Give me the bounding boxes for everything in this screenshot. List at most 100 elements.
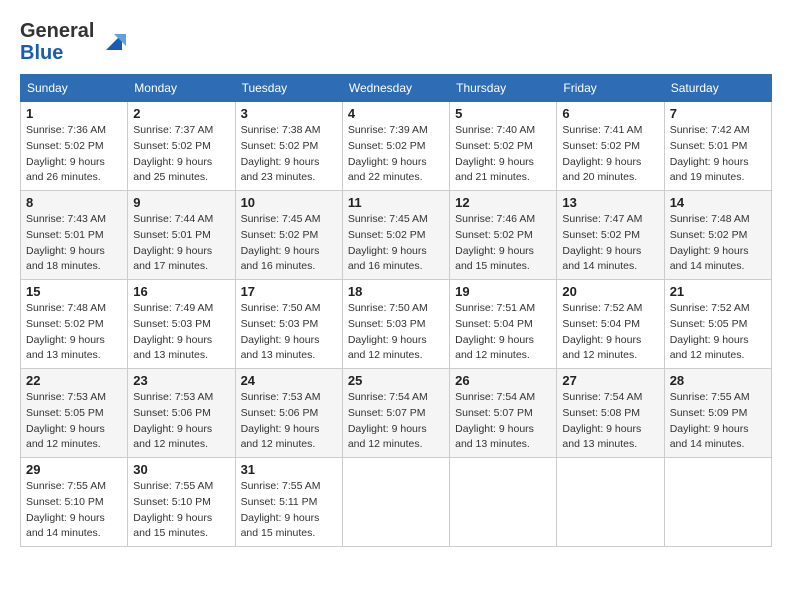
- day-detail: Sunrise: 7:36 AMSunset: 5:02 PMDaylight:…: [26, 124, 106, 183]
- day-detail: Sunrise: 7:42 AMSunset: 5:01 PMDaylight:…: [670, 124, 750, 183]
- calendar-cell: 24Sunrise: 7:53 AMSunset: 5:06 PMDayligh…: [235, 369, 342, 458]
- calendar-cell: 9 Sunrise: 7:44 AMSunset: 5:01 PMDaylight…: [128, 191, 235, 280]
- calendar-cell: 17 Sunrise: 7:50 AMSunset: 5:03 PMDayligh…: [235, 280, 342, 369]
- day-detail: Sunrise: 7:54 AMSunset: 5:07 PMDaylight:…: [348, 391, 428, 450]
- day-number: 20: [562, 284, 658, 299]
- weekday-header-row: SundayMondayTuesdayWednesdayThursdayFrid…: [21, 75, 772, 102]
- calendar-cell: 21 Sunrise: 7:52 AMSunset: 5:05 PMDayligh…: [664, 280, 771, 369]
- calendar-cell: 4 Sunrise: 7:39 AMSunset: 5:02 PMDaylight…: [342, 102, 449, 191]
- day-number: 22: [26, 373, 122, 388]
- calendar-cell: 18 Sunrise: 7:50 AMSunset: 5:03 PMDayligh…: [342, 280, 449, 369]
- day-number: 10: [241, 195, 337, 210]
- logo-blue: Blue: [20, 42, 63, 64]
- calendar-week-row: 8Sunrise: 7:43 AMSunset: 5:01 PMDaylight…: [21, 191, 772, 280]
- logo-icon: [98, 26, 130, 58]
- calendar-week-row: 29 Sunrise: 7:55 AMSunset: 5:10 PMDayligh…: [21, 458, 772, 547]
- day-number: 9: [133, 195, 229, 210]
- calendar-week-row: 22 Sunrise: 7:53 AMSunset: 5:05 PMDayligh…: [21, 369, 772, 458]
- day-number: 28: [670, 373, 766, 388]
- day-number: 25: [348, 373, 444, 388]
- day-detail: Sunrise: 7:50 AMSunset: 5:03 PMDaylight:…: [348, 302, 428, 361]
- day-number: 5: [455, 106, 551, 121]
- calendar-cell: [342, 458, 449, 547]
- day-number: 26: [455, 373, 551, 388]
- day-number: 18: [348, 284, 444, 299]
- day-detail: Sunrise: 7:55 AMSunset: 5:11 PMDaylight:…: [241, 480, 321, 539]
- day-detail: Sunrise: 7:40 AMSunset: 5:02 PMDaylight:…: [455, 124, 535, 183]
- day-detail: Sunrise: 7:55 AMSunset: 5:10 PMDaylight:…: [26, 480, 106, 539]
- day-detail: Sunrise: 7:53 AMSunset: 5:05 PMDaylight:…: [26, 391, 106, 450]
- day-detail: Sunrise: 7:45 AMSunset: 5:02 PMDaylight:…: [241, 213, 321, 272]
- calendar-cell: 28 Sunrise: 7:55 AMSunset: 5:09 PMDayligh…: [664, 369, 771, 458]
- calendar-cell: 10 Sunrise: 7:45 AMSunset: 5:02 PMDayligh…: [235, 191, 342, 280]
- calendar-page: General Blue SundayMondayTuesdayWednesda…: [0, 0, 792, 612]
- day-number: 14: [670, 195, 766, 210]
- weekday-header-thursday: Thursday: [450, 75, 557, 102]
- day-detail: Sunrise: 7:53 AMSunset: 5:06 PMDaylight:…: [133, 391, 213, 450]
- day-detail: Sunrise: 7:45 AMSunset: 5:02 PMDaylight:…: [348, 213, 428, 272]
- day-detail: Sunrise: 7:54 AMSunset: 5:08 PMDaylight:…: [562, 391, 642, 450]
- day-number: 16: [133, 284, 229, 299]
- calendar-cell: [664, 458, 771, 547]
- day-detail: Sunrise: 7:47 AMSunset: 5:02 PMDaylight:…: [562, 213, 642, 272]
- day-number: 15: [26, 284, 122, 299]
- calendar-cell: 12 Sunrise: 7:46 AMSunset: 5:02 PMDayligh…: [450, 191, 557, 280]
- day-detail: Sunrise: 7:39 AMSunset: 5:02 PMDaylight:…: [348, 124, 428, 183]
- calendar-cell: 31 Sunrise: 7:55 AMSunset: 5:11 PMDayligh…: [235, 458, 342, 547]
- day-number: 12: [455, 195, 551, 210]
- calendar-cell: 5 Sunrise: 7:40 AMSunset: 5:02 PMDaylight…: [450, 102, 557, 191]
- calendar-cell: 16 Sunrise: 7:49 AMSunset: 5:03 PMDayligh…: [128, 280, 235, 369]
- day-detail: Sunrise: 7:46 AMSunset: 5:02 PMDaylight:…: [455, 213, 535, 272]
- day-detail: Sunrise: 7:37 AMSunset: 5:02 PMDaylight:…: [133, 124, 213, 183]
- calendar-cell: 20Sunrise: 7:52 AMSunset: 5:04 PMDayligh…: [557, 280, 664, 369]
- day-detail: Sunrise: 7:50 AMSunset: 5:03 PMDaylight:…: [241, 302, 321, 361]
- weekday-header-sunday: Sunday: [21, 75, 128, 102]
- day-detail: Sunrise: 7:49 AMSunset: 5:03 PMDaylight:…: [133, 302, 213, 361]
- weekday-header-saturday: Saturday: [664, 75, 771, 102]
- calendar-cell: 8Sunrise: 7:43 AMSunset: 5:01 PMDaylight…: [21, 191, 128, 280]
- day-detail: Sunrise: 7:55 AMSunset: 5:09 PMDaylight:…: [670, 391, 750, 450]
- day-detail: Sunrise: 7:48 AMSunset: 5:02 PMDaylight:…: [26, 302, 106, 361]
- day-number: 2: [133, 106, 229, 121]
- day-detail: Sunrise: 7:38 AMSunset: 5:02 PMDaylight:…: [241, 124, 321, 183]
- header: General Blue: [20, 20, 772, 64]
- day-number: 3: [241, 106, 337, 121]
- day-number: 19: [455, 284, 551, 299]
- calendar-cell: 15 Sunrise: 7:48 AMSunset: 5:02 PMDayligh…: [21, 280, 128, 369]
- calendar-cell: 23 Sunrise: 7:53 AMSunset: 5:06 PMDayligh…: [128, 369, 235, 458]
- calendar-cell: [557, 458, 664, 547]
- day-number: 17: [241, 284, 337, 299]
- day-detail: Sunrise: 7:44 AMSunset: 5:01 PMDaylight:…: [133, 213, 213, 272]
- day-detail: Sunrise: 7:48 AMSunset: 5:02 PMDaylight:…: [670, 213, 750, 272]
- day-number: 4: [348, 106, 444, 121]
- calendar-cell: 1Sunrise: 7:36 AMSunset: 5:02 PMDaylight…: [21, 102, 128, 191]
- logo-general: General: [20, 20, 94, 42]
- day-number: 11: [348, 195, 444, 210]
- day-number: 23: [133, 373, 229, 388]
- calendar-cell: 26 Sunrise: 7:54 AMSunset: 5:07 PMDayligh…: [450, 369, 557, 458]
- day-detail: Sunrise: 7:52 AMSunset: 5:05 PMDaylight:…: [670, 302, 750, 361]
- day-number: 29: [26, 462, 122, 477]
- day-detail: Sunrise: 7:41 AMSunset: 5:02 PMDaylight:…: [562, 124, 642, 183]
- weekday-header-tuesday: Tuesday: [235, 75, 342, 102]
- logo: General Blue: [20, 20, 130, 64]
- weekday-header-monday: Monday: [128, 75, 235, 102]
- calendar-cell: 29 Sunrise: 7:55 AMSunset: 5:10 PMDayligh…: [21, 458, 128, 547]
- day-detail: Sunrise: 7:54 AMSunset: 5:07 PMDaylight:…: [455, 391, 535, 450]
- day-number: 27: [562, 373, 658, 388]
- calendar-cell: 2 Sunrise: 7:37 AMSunset: 5:02 PMDaylight…: [128, 102, 235, 191]
- calendar-cell: 19Sunrise: 7:51 AMSunset: 5:04 PMDayligh…: [450, 280, 557, 369]
- day-number: 6: [562, 106, 658, 121]
- calendar-week-row: 15 Sunrise: 7:48 AMSunset: 5:02 PMDayligh…: [21, 280, 772, 369]
- weekday-header-wednesday: Wednesday: [342, 75, 449, 102]
- calendar-cell: [450, 458, 557, 547]
- calendar-cell: 11 Sunrise: 7:45 AMSunset: 5:02 PMDayligh…: [342, 191, 449, 280]
- day-number: 31: [241, 462, 337, 477]
- day-number: 21: [670, 284, 766, 299]
- calendar-cell: 6 Sunrise: 7:41 AMSunset: 5:02 PMDaylight…: [557, 102, 664, 191]
- day-detail: Sunrise: 7:55 AMSunset: 5:10 PMDaylight:…: [133, 480, 213, 539]
- calendar-cell: 22 Sunrise: 7:53 AMSunset: 5:05 PMDayligh…: [21, 369, 128, 458]
- calendar-week-row: 1Sunrise: 7:36 AMSunset: 5:02 PMDaylight…: [21, 102, 772, 191]
- calendar-cell: 3 Sunrise: 7:38 AMSunset: 5:02 PMDaylight…: [235, 102, 342, 191]
- calendar-cell: 13Sunrise: 7:47 AMSunset: 5:02 PMDayligh…: [557, 191, 664, 280]
